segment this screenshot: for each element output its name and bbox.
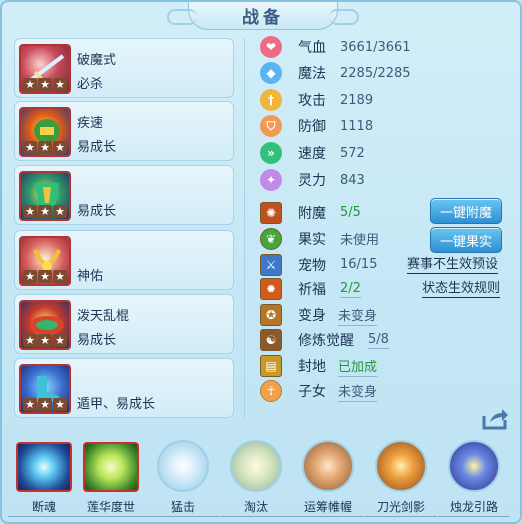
equipment-slot-2[interactable]: ★ ★ ★ 疾速 易成长: [14, 101, 234, 161]
title-tab: 战备: [167, 2, 359, 30]
belt-icon: ★ ★ ★: [19, 300, 71, 350]
lotus-hand-icon: [83, 442, 139, 492]
cultivate-icon: ☯: [260, 329, 282, 351]
armor-icon: ★ ★ ★: [19, 171, 71, 221]
info-pet[interactable]: ⚔ 宠物 16/15: [260, 253, 377, 277]
stat-mp: ◆ 魔法 2285/2285: [260, 61, 411, 85]
stat-speed: » 速度 572: [260, 141, 365, 165]
info-child[interactable]: ☥ 子女 未变身: [260, 379, 378, 403]
equipment-slot-6[interactable]: ★ ★ ★ 遁甲、易成长: [14, 358, 234, 418]
soul-break-icon: [16, 442, 72, 492]
info-enchant[interactable]: ✺ 附魔 5/5: [260, 201, 361, 225]
info-transform[interactable]: ✪ 变身 未变身: [260, 303, 378, 327]
skill-zhulongyinlu[interactable]: 烛龙引路: [438, 440, 510, 520]
equipment-name: 泼天乱棍: [77, 309, 130, 324]
stat-hp: ❤ 气血 3661/3661: [260, 35, 411, 59]
info-cultivate[interactable]: ☯ 修炼觉醒 5/8: [260, 328, 389, 352]
enchant-icon: ✺: [260, 202, 282, 224]
info-fief[interactable]: ▤ 封地 已加成: [260, 354, 378, 378]
child-icon: ☥: [260, 380, 282, 402]
equipment-slot-5[interactable]: ★ ★ ★ 泼天乱棍 易成长: [14, 294, 234, 354]
fruit-icon: ❦: [260, 228, 282, 250]
sword-icon: ★ ★ ★: [19, 44, 71, 94]
bless-icon: ✹: [260, 278, 282, 300]
helmet-icon: ★ ★ ★: [19, 107, 71, 157]
necklace-icon: ★ ★ ★: [19, 236, 71, 286]
page-title: 战备: [242, 8, 284, 28]
one-click-fruit-button[interactable]: 一键果实: [430, 227, 502, 253]
dragon-icon: [448, 440, 500, 492]
sword-light-icon: [375, 440, 427, 492]
blade-icon: [230, 440, 282, 492]
one-click-enchant-button[interactable]: 一键附魔: [430, 198, 502, 224]
skill-duanhun[interactable]: 断魂: [8, 440, 80, 520]
defense-icon: ⛉: [260, 115, 282, 137]
attack-icon: †: [260, 89, 282, 111]
equipment-trait: 神佑: [77, 269, 104, 284]
skill-yunchouweiwo[interactable]: 运筹帷幄: [292, 440, 364, 520]
equipment-slot-4[interactable]: ★ ★ ★ 神佑: [14, 230, 234, 290]
equipment-trait: 必杀: [77, 77, 104, 92]
pet-icon: ⚔: [260, 254, 282, 276]
fist-icon: [157, 440, 209, 492]
equipment-name: 疾速: [77, 116, 104, 131]
speed-icon: »: [260, 142, 282, 164]
heart-icon: ❤: [260, 36, 282, 58]
stat-attack: † 攻击 2189: [260, 88, 373, 112]
info-fruit[interactable]: ❦ 果实 未使用: [260, 227, 379, 251]
equipment-slot-1[interactable]: ★ ★ ★ 破魔式 必杀: [14, 38, 234, 98]
share-icon[interactable]: [481, 406, 509, 432]
equipment-name: 破魔式: [77, 53, 117, 68]
skill-lianhuadushi[interactable]: 莲华度世: [75, 440, 147, 520]
clenched-fist-icon: [302, 440, 354, 492]
stat-defense: ⛉ 防御 1118: [260, 114, 373, 138]
battle-prep-panel: 战备 ★ ★ ★ 破魔式 必杀 ★ ★ ★ 疾速 易成长 ★ ★ ★ 易成长 ★…: [0, 0, 522, 524]
boots-icon: ★ ★ ★: [19, 364, 71, 414]
event-preset-link[interactable]: 赛事不生效预设: [407, 257, 499, 274]
divider: [244, 38, 245, 418]
spirit-icon: ✦: [260, 169, 282, 191]
skill-daoguangjianying[interactable]: 刀光剑影: [365, 440, 437, 520]
equipment-trait: 易成长: [77, 140, 117, 155]
info-bless[interactable]: ✹ 祈福 2/2: [260, 277, 361, 301]
equipment-trait: 易成长: [77, 204, 117, 219]
transform-icon: ✪: [260, 304, 282, 326]
equipment-slot-3[interactable]: ★ ★ ★ 易成长: [14, 165, 234, 225]
skill-taotai[interactable]: 淘汰: [220, 440, 292, 520]
skill-mengji[interactable]: 猛击: [147, 440, 219, 520]
stat-spirit: ✦ 灵力 843: [260, 168, 365, 192]
equipment-trait: 遁甲、易成长: [77, 397, 156, 412]
status-rule-link[interactable]: 状态生效规则: [422, 281, 501, 298]
fief-icon: ▤: [260, 355, 282, 377]
equipment-trait: 易成长: [77, 333, 117, 348]
mana-icon: ◆: [260, 62, 282, 84]
